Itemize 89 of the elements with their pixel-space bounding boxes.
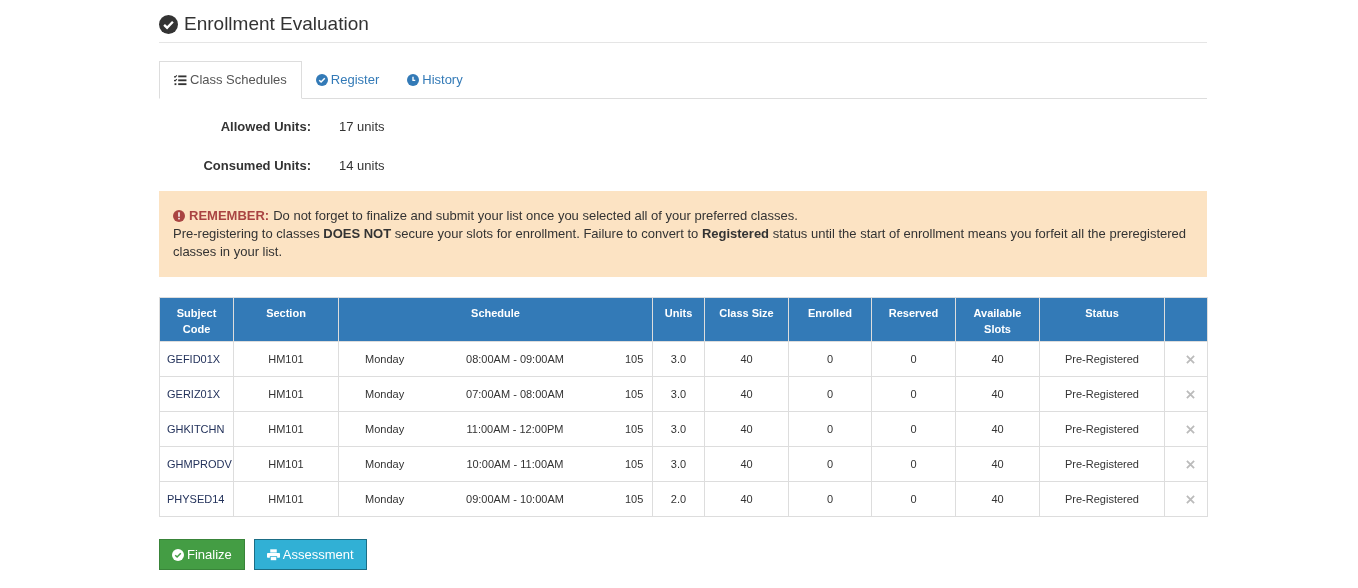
remove-icon[interactable] — [1185, 354, 1195, 364]
tab[interactable]: History — [393, 61, 477, 99]
table-cell: 3.0 — [652, 411, 705, 447]
field-value: 17 units — [339, 119, 385, 135]
schedule-day: Monday — [365, 455, 445, 473]
schedule-time: 08:00AM - 09:00AM — [465, 351, 565, 367]
column-header: Units — [652, 297, 705, 342]
column-header: Enrolled — [788, 297, 872, 342]
schedule-room: 105 — [625, 351, 644, 367]
field-label: Consumed Units: — [202, 158, 311, 174]
table-cell: HM101 — [233, 446, 339, 482]
schedule-day: Monday — [365, 350, 445, 368]
tab[interactable]: Register — [301, 61, 394, 99]
schedule-time: 07:00AM - 08:00AM — [465, 386, 565, 402]
column-header: Reserved — [871, 297, 956, 342]
schedule-day: Monday — [365, 420, 445, 438]
table-cell: 0 — [871, 481, 956, 517]
alert-label: REMEMBER: — [189, 207, 270, 225]
table-cell: 40 — [704, 411, 789, 447]
table-cell: 0 — [871, 411, 956, 447]
table-cell: 0 — [788, 481, 872, 517]
table-cell: Pre-Registered — [1039, 446, 1165, 482]
table-cell: PHYSED14 — [159, 481, 234, 517]
column-header: Status — [1039, 297, 1165, 342]
schedule-room: 105 — [625, 421, 644, 437]
table-cell: 40 — [704, 376, 789, 412]
table-cell: HM101 — [233, 411, 339, 447]
alert-message: Do not forget to finalize and submit your list once you selected all of your preferred classes. — [273, 207, 798, 225]
column-header: Class Size — [704, 297, 789, 342]
schedule-time: 09:00AM - 10:00AM — [465, 491, 565, 507]
table-cell: 40 — [955, 341, 1040, 377]
clock-icon — [407, 74, 420, 86]
column-header: Section — [233, 297, 339, 342]
table-cell: 3.0 — [652, 446, 705, 482]
schedule-time: 10:00AM - 11:00AM — [465, 456, 565, 472]
table-cell: 40 — [704, 481, 789, 517]
column-header: Subject Code — [159, 297, 234, 342]
table-cell: GERIZ01X — [159, 376, 234, 412]
table-cell: 0 — [788, 446, 872, 482]
table-cell: HM101 — [233, 376, 339, 412]
table-cell: 2.0 — [652, 481, 705, 517]
remove-icon[interactable] — [1185, 494, 1195, 504]
table-cell: 40 — [955, 411, 1040, 447]
action-button[interactable]: Assessment — [253, 539, 367, 570]
check-circle-icon — [315, 74, 328, 86]
tab[interactable]: Class Schedules — [159, 61, 302, 99]
table-cell: 0 — [788, 376, 872, 412]
table-cell: Pre-Registered — [1039, 341, 1165, 377]
table-cell: 0 — [788, 411, 872, 447]
table-cell: 40 — [955, 376, 1040, 412]
table-cell: 0 — [788, 341, 872, 377]
table-cell: 40 — [704, 341, 789, 377]
column-header: Schedule — [338, 297, 653, 342]
table-cell: 40 — [955, 481, 1040, 517]
field-value: 14 units — [339, 158, 385, 174]
table-cell: Pre-Registered — [1039, 481, 1165, 517]
remove-icon[interactable] — [1185, 389, 1195, 399]
schedule-room: 105 — [625, 456, 644, 472]
schedule-room: 105 — [625, 386, 644, 402]
table-cell: 0 — [871, 376, 956, 412]
table-cell: Pre-Registered — [1039, 411, 1165, 447]
table-cell: Pre-Registered — [1039, 376, 1165, 412]
remove-icon[interactable] — [1185, 459, 1195, 469]
table-cell: 3.0 — [652, 341, 705, 377]
list-icon — [174, 74, 187, 86]
table-cell: HM101 — [233, 341, 339, 377]
table-cell: HM101 — [233, 481, 339, 517]
action-button[interactable]: Finalize — [159, 539, 245, 570]
table-cell: 40 — [704, 446, 789, 482]
remove-icon[interactable] — [1185, 424, 1195, 434]
column-header: Available Slots — [955, 297, 1040, 342]
schedule-room: 105 — [625, 491, 644, 507]
table-cell: 40 — [955, 446, 1040, 482]
table-cell: 0 — [871, 446, 956, 482]
check-circle-icon — [172, 548, 184, 561]
table-cell: 3.0 — [652, 376, 705, 412]
table-cell: GHMPRODV — [159, 446, 234, 482]
table-cell: 0 — [871, 341, 956, 377]
table-cell: GHKITCHN — [159, 411, 234, 447]
alert-details: Pre-registering to classes DOES NOT secure your slots for enrollment. Failure to convert to Registered status until the start of enrollment means you forfeit all the preregistered classes in your list. — [173, 225, 1187, 261]
table-cell: GEFID01X — [159, 341, 234, 377]
printer-icon — [266, 548, 280, 561]
check-circle-icon — [159, 14, 178, 34]
schedule-day: Monday — [365, 385, 445, 403]
page-title: Enrollment Evaluation — [184, 12, 369, 36]
field-label: Allowed Units: — [219, 119, 311, 135]
schedule-day: Monday — [365, 490, 445, 508]
exclamation-circle-icon — [173, 210, 185, 222]
schedule-time: 11:00AM - 12:00PM — [465, 421, 565, 437]
